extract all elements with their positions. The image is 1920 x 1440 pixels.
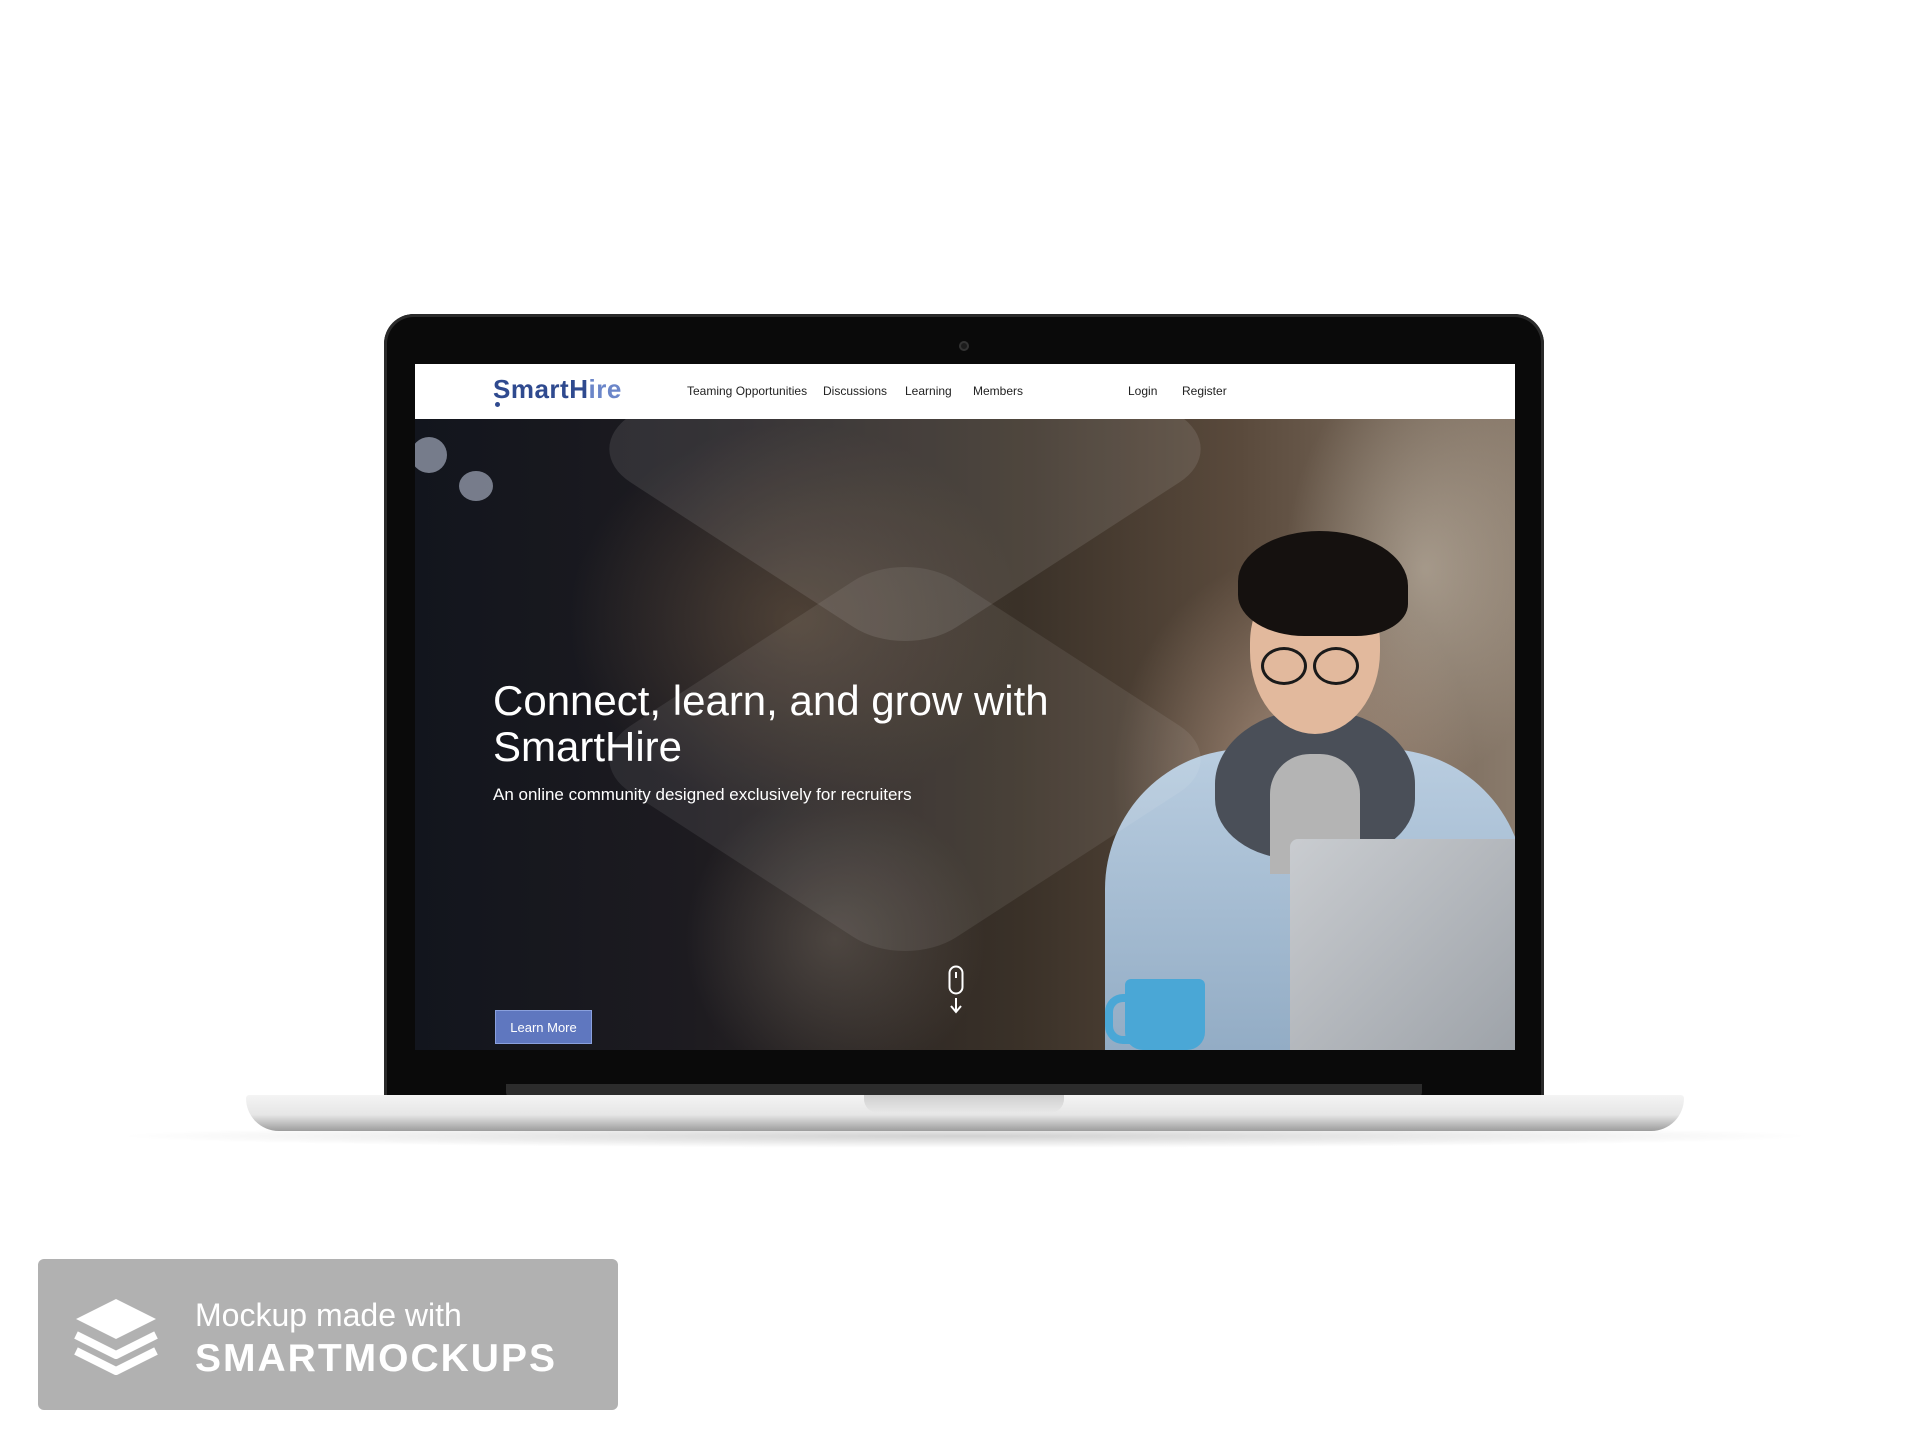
layers-icon: [74, 1299, 158, 1375]
logo-dot: [495, 402, 500, 407]
register-link[interactable]: Register: [1182, 384, 1227, 398]
nav-members[interactable]: Members: [973, 384, 1023, 398]
watermark-line2: SMARTMOCKUPS: [195, 1337, 557, 1380]
logo-accent-text: ire: [588, 374, 622, 404]
watermark-line1: Mockup made with: [195, 1297, 462, 1333]
website-screen: SmartHire Teaming Opportunities Discussi…: [415, 364, 1515, 1050]
laptop-base: [246, 1095, 1684, 1131]
hero-photo-person-hair: [1238, 531, 1408, 636]
nav-teaming-opportunities[interactable]: Teaming Opportunities: [687, 384, 807, 398]
bokeh-light: [459, 471, 493, 501]
nav-discussions[interactable]: Discussions: [823, 384, 887, 398]
smarthire-logo[interactable]: SmartHire: [493, 374, 622, 405]
laptop-camera: [959, 341, 969, 351]
hero-photo-laptop: [1290, 839, 1515, 1050]
login-link[interactable]: Login: [1128, 384, 1157, 398]
logo-main-text: SmartH: [493, 374, 589, 404]
hero-photo-glasses: [1313, 647, 1359, 685]
hero-photo-glasses: [1261, 647, 1307, 685]
hero-section: Connect, learn, and grow with SmartHire …: [415, 419, 1515, 1050]
nav-learning[interactable]: Learning: [905, 384, 952, 398]
hero-photo-mug: [1125, 979, 1205, 1050]
smartmockups-watermark: Mockup made with SMARTMOCKUPS: [38, 1259, 618, 1410]
navbar: SmartHire Teaming Opportunities Discussi…: [415, 364, 1515, 419]
hero-subtitle: An online community designed exclusively…: [493, 785, 912, 804]
mouse-scroll-icon[interactable]: [948, 965, 964, 1015]
learn-more-button[interactable]: Learn More: [495, 1010, 592, 1044]
bokeh-light: [415, 437, 447, 473]
hero-title: Connect, learn, and grow with SmartHire: [493, 677, 1049, 770]
laptop-notch: [864, 1095, 1064, 1113]
